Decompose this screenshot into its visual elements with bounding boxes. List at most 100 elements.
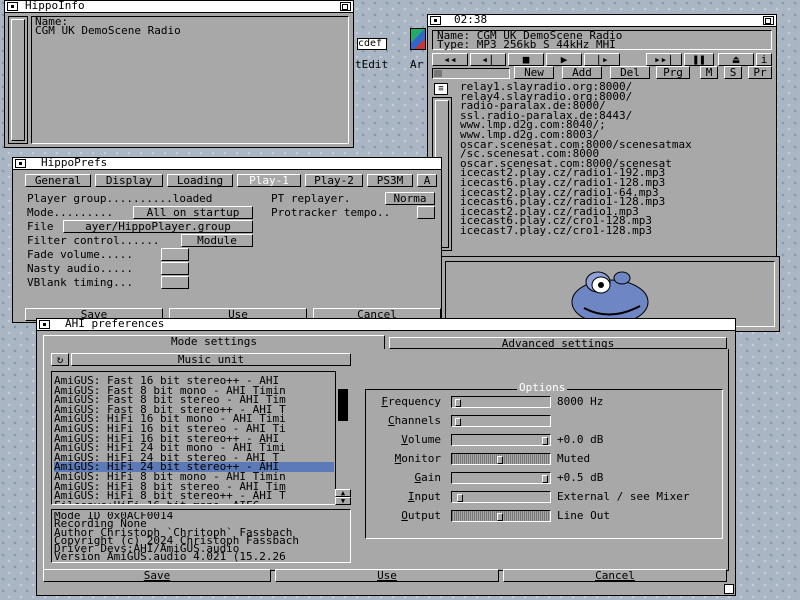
option-slider-knob[interactable] — [542, 437, 548, 445]
info-button[interactable]: i — [756, 53, 772, 66]
hippoinfo-title: HippoInfo — [25, 0, 85, 12]
prefs-tab-ps3m[interactable]: PS3M — [367, 174, 413, 187]
hippoinfo-scroll-knob[interactable] — [11, 19, 25, 141]
prefs-tab-general[interactable]: General — [25, 174, 91, 187]
option-slider-knob[interactable] — [497, 513, 503, 521]
playlist-menu-icon[interactable]: ≡ — [434, 83, 448, 95]
desktop-icon-2-label: Ar — [410, 58, 424, 71]
option-label-input: Input — [408, 490, 441, 503]
next-button[interactable]: ▸▸| — [646, 53, 682, 66]
option-slider-frequency[interactable] — [451, 396, 551, 408]
options-title: Options — [517, 381, 568, 394]
close-icon[interactable] — [430, 16, 441, 25]
option-slider-gain[interactable] — [451, 472, 551, 484]
option-value-monitor: Muted — [557, 452, 591, 465]
fade-label: Fade volume..... — [27, 248, 133, 261]
s-button[interactable]: S — [724, 66, 742, 79]
prg-button[interactable]: Prg — [656, 66, 690, 79]
music-unit-button[interactable]: Music unit — [71, 353, 351, 366]
tab-advanced-settings[interactable]: Advanced settings — [389, 337, 727, 349]
depth-icon[interactable] — [763, 16, 774, 25]
add-button[interactable]: Add — [562, 66, 602, 79]
hippoprefs-title: HippoPrefs — [41, 156, 108, 169]
close-icon[interactable] — [39, 320, 50, 329]
option-slider-knob[interactable] — [457, 494, 463, 502]
option-value-frequency: 8000 Hz — [557, 395, 604, 408]
rewind-button[interactable]: ◂| — [470, 53, 506, 66]
prev-button[interactable]: ◂◂ — [432, 53, 468, 66]
pt-replayer-button[interactable]: Norma — [385, 192, 435, 205]
option-shortcut-key: V — [401, 433, 408, 446]
arrow-down-icon[interactable]: ▼ — [335, 497, 351, 505]
forward-button[interactable]: |▸ — [584, 53, 620, 66]
hippoinfo-text-area: Name: CGM UK DemoScene Radio — [31, 16, 349, 144]
option-slider-volume[interactable] — [451, 434, 551, 446]
close-icon[interactable] — [15, 159, 26, 168]
arrow-up-icon[interactable]: ▲ — [335, 489, 351, 497]
mode-list-scroll-knob[interactable] — [338, 389, 348, 421]
hippoinfo-scrollbar[interactable] — [8, 16, 28, 144]
option-label-rest: olume — [407, 433, 441, 446]
player-type-line: Type: MP3 256kb S 44kHz MHI — [437, 38, 616, 51]
option-value-gain: +0.5 dB — [557, 471, 604, 484]
eject-button[interactable]: ⏏ — [718, 53, 754, 66]
player-titlebar[interactable]: 02:38 — [428, 14, 776, 27]
mode-list-scrollbar[interactable] — [335, 371, 351, 489]
protracker-tempo-label: Protracker tempo.. — [271, 206, 391, 219]
option-slider-knob[interactable] — [542, 475, 548, 483]
file-button[interactable]: ayer/HippoPlayer.group — [63, 220, 253, 233]
ahi-cancel-button[interactable]: Cancel — [503, 569, 727, 582]
prefs-tab-a[interactable]: A — [417, 174, 437, 187]
nasty-checkbox[interactable] — [161, 262, 189, 275]
option-slider-knob[interactable] — [497, 456, 503, 464]
option-slider-input[interactable] — [451, 491, 551, 503]
position-slider[interactable] — [432, 68, 510, 79]
ahi-titlebar[interactable]: AHI preferences — [37, 318, 735, 331]
mode-cycle-button[interactable]: All on startup — [133, 206, 253, 219]
position-knob[interactable] — [434, 70, 442, 77]
vblank-label: VBlank timing... — [27, 276, 133, 289]
new-button[interactable]: New — [514, 66, 554, 79]
vblank-checkbox[interactable] — [161, 276, 189, 289]
pause-button[interactable]: ❚❚ — [684, 53, 714, 66]
option-label-frequency: Frequency — [381, 395, 441, 408]
prefs-tab-play-1[interactable]: Play-1 — [237, 174, 301, 187]
mode-label: Mode......... — [27, 206, 114, 219]
del-button[interactable]: Del — [610, 66, 650, 79]
option-slider-knob[interactable] — [455, 399, 461, 407]
ahi-use-button[interactable]: Use — [275, 569, 499, 582]
desktop-icon-1[interactable]: cdef tEdit — [355, 38, 389, 71]
pr-button[interactable]: Pr — [748, 66, 772, 79]
option-label-gain: Gain — [415, 471, 442, 484]
mode-list[interactable]: AmiGUS: Fast 16 bit stereo++ - AHI AmiGUS… — [54, 376, 334, 504]
option-slider-output[interactable] — [451, 510, 551, 522]
close-icon[interactable] — [7, 2, 18, 11]
option-slider-knob[interactable] — [455, 418, 461, 426]
filter-cycle-button[interactable]: Module — [181, 234, 253, 247]
prefs-tab-play-2[interactable]: Play-2 — [305, 174, 363, 187]
play-button[interactable]: ▶ — [546, 53, 582, 66]
option-shortcut-key: C — [388, 414, 395, 427]
nasty-label: Nasty audio..... — [27, 262, 133, 275]
playlist-item[interactable]: icecast7.play.cz/cro1-128.mp3 — [460, 225, 770, 236]
option-slider-channels[interactable] — [451, 415, 551, 427]
prefs-tab-loading[interactable]: Loading — [167, 174, 233, 187]
protracker-tempo-checkbox[interactable] — [417, 206, 435, 219]
m-button[interactable]: M — [700, 66, 718, 79]
hippoinfo-window: HippoInfo Name: CGM UK DemoScene Radio — [4, 0, 354, 148]
desktop-icon-2[interactable]: Ar — [408, 28, 428, 71]
stop-button[interactable]: ■ — [508, 53, 544, 66]
tab-mode-settings[interactable]: Mode settings — [43, 335, 385, 349]
hippoinfo-titlebar[interactable]: HippoInfo — [5, 0, 353, 13]
option-slider-monitor[interactable] — [451, 453, 551, 465]
resize-grip-icon[interactable] — [724, 584, 734, 594]
mode-list-item[interactable]: Filesave:HiFi 16 bit mono, AIFC — [54, 500, 334, 504]
playlist[interactable]: relay1.slayradio.org:8000/relay4.slayrad… — [460, 82, 770, 254]
prefs-tab-display[interactable]: Display — [95, 174, 163, 187]
music-unit-cycle-icon[interactable]: ↻ — [51, 353, 69, 366]
depth-icon[interactable] — [340, 2, 351, 11]
option-value-input: External / see Mixer — [557, 490, 690, 503]
fade-checkbox[interactable] — [161, 248, 189, 261]
ahi-save-button[interactable]: Save — [43, 569, 271, 582]
hippoprefs-titlebar[interactable]: HippoPrefs — [13, 156, 441, 170]
